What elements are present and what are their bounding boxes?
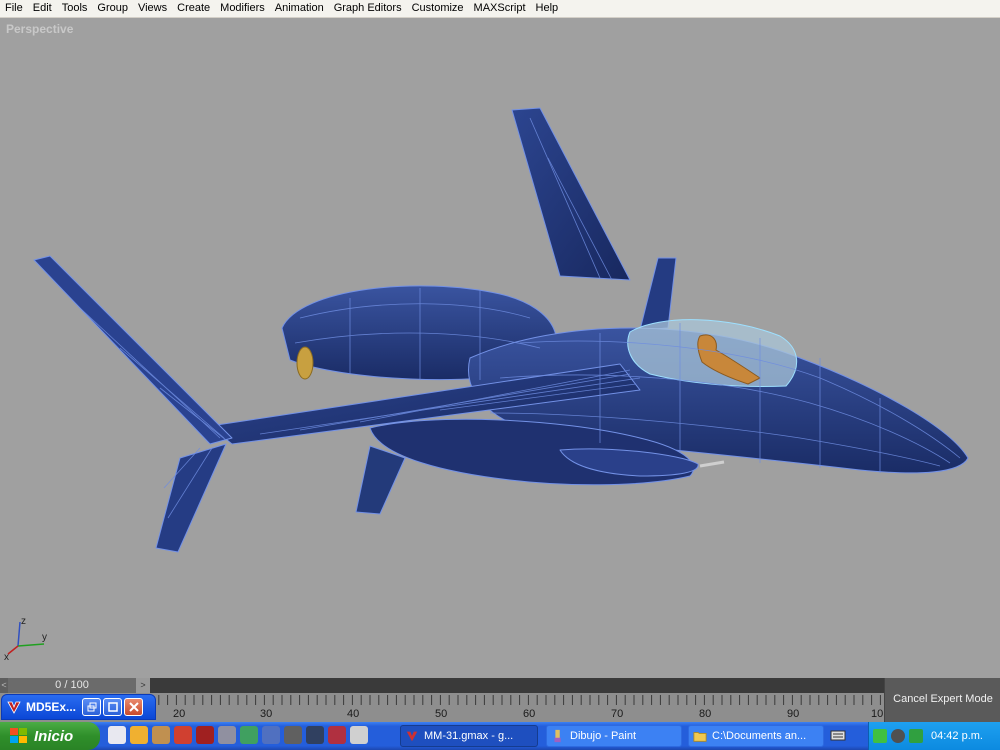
ventral-fin <box>355 445 406 515</box>
close-button[interactable] <box>124 698 144 716</box>
close-icon <box>128 702 139 712</box>
menu-edit[interactable]: Edit <box>28 0 57 17</box>
quick-launch-icon[interactable] <box>240 726 258 744</box>
quick-launch-icon[interactable] <box>174 726 192 744</box>
folder-icon <box>693 732 707 742</box>
quick-launch-icon[interactable] <box>328 726 346 744</box>
ruler-label: 20 <box>173 708 186 720</box>
quick-launch-icon[interactable] <box>306 726 324 744</box>
menu-customize[interactable]: Customize <box>407 0 469 17</box>
lower-tail-fin <box>155 443 227 553</box>
perspective-viewport[interactable]: Perspective z y x <box>0 18 1000 678</box>
axis-y-label: y <box>42 632 47 643</box>
minimized-window[interactable]: MD5Ex... <box>1 694 156 720</box>
quick-launch-icon[interactable] <box>108 726 126 744</box>
minimized-window-title: MD5Ex... <box>26 700 77 714</box>
exhaust-nozzle <box>296 346 314 380</box>
axis-z-label: z <box>21 616 26 627</box>
menu-help[interactable]: Help <box>531 0 564 17</box>
quick-launch-icon[interactable] <box>350 726 368 744</box>
task-label: MM-31.gmax - g... <box>424 730 514 742</box>
time-slider-track[interactable] <box>150 678 884 693</box>
tray-battery-icon[interactable] <box>873 729 887 743</box>
start-button[interactable]: Inicio <box>0 722 100 750</box>
maximize-button[interactable] <box>103 698 123 716</box>
task-label: Dibujo - Paint <box>570 730 637 742</box>
jet-model[interactable] <box>0 18 1000 678</box>
quick-launch-icon[interactable] <box>284 726 302 744</box>
start-label: Inicio <box>34 727 74 745</box>
axis-tripod: z y x <box>4 616 47 660</box>
paint-icon <box>554 729 561 743</box>
taskbar: Inicio MM-31.gmax - g... Dibujo - Paint … <box>0 722 1000 750</box>
gmax-logo-icon <box>406 731 418 742</box>
restore-button[interactable] <box>82 698 102 716</box>
ruler-label: 80 <box>699 708 712 720</box>
restore-icon <box>87 702 97 712</box>
task-gmax[interactable]: MM-31.gmax - g... <box>400 725 538 747</box>
axis-x-label: x <box>4 652 9 660</box>
clock: 04:42 p.m. <box>931 730 983 742</box>
ruler-label: 50 <box>435 708 448 720</box>
menu-tools[interactable]: Tools <box>57 0 93 17</box>
time-prev-button[interactable]: < <box>0 678 8 693</box>
cancel-expert-mode-button[interactable]: Cancel Expert Mode <box>884 678 1000 722</box>
ruler-label: 30 <box>260 708 273 720</box>
gmax-logo-icon <box>7 701 21 714</box>
menu-bar: File Edit Tools Group Views Create Modif… <box>0 0 1000 18</box>
time-next-button[interactable]: > <box>136 678 150 693</box>
menu-create[interactable]: Create <box>172 0 215 17</box>
time-slider[interactable]: < 0 / 100 > <box>0 678 884 693</box>
ruler-label: 40 <box>347 708 360 720</box>
maximize-icon <box>107 702 118 712</box>
menu-group[interactable]: Group <box>92 0 133 17</box>
task-paint[interactable]: Dibujo - Paint <box>546 725 682 747</box>
menu-maxscript[interactable]: MAXScript <box>469 0 531 17</box>
dorsal-fin <box>639 257 677 331</box>
task-label: C:\Documents an... <box>712 730 807 742</box>
quick-launch-icon[interactable] <box>152 726 170 744</box>
ruler-label: 90 <box>787 708 800 720</box>
quick-launch-icon[interactable] <box>130 726 148 744</box>
menu-graph-editors[interactable]: Graph Editors <box>329 0 407 17</box>
rear-stabilizer <box>33 255 233 445</box>
menu-file[interactable]: File <box>0 0 28 17</box>
quick-launch-icon[interactable] <box>218 726 236 744</box>
time-slider-thumb[interactable]: 0 / 100 <box>8 678 136 693</box>
task-documents-folder[interactable]: C:\Documents an... <box>688 725 824 747</box>
windows-logo-icon <box>10 728 27 743</box>
keyboard-icon[interactable] <box>830 728 846 742</box>
quick-launch-icon[interactable] <box>196 726 214 744</box>
tray-network-icon[interactable] <box>909 729 923 743</box>
menu-views[interactable]: Views <box>133 0 172 17</box>
quick-launch <box>108 726 372 746</box>
tray-volume-icon[interactable] <box>891 729 905 743</box>
system-tray: 04:42 p.m. <box>868 722 1000 750</box>
quick-launch-icon[interactable] <box>262 726 280 744</box>
ruler-label: 60 <box>523 708 536 720</box>
upper-fin <box>511 107 631 281</box>
ruler-label: 10 <box>871 708 884 720</box>
menu-animation[interactable]: Animation <box>270 0 329 17</box>
ruler-label: 70 <box>611 708 624 720</box>
menu-modifiers[interactable]: Modifiers <box>215 0 270 17</box>
